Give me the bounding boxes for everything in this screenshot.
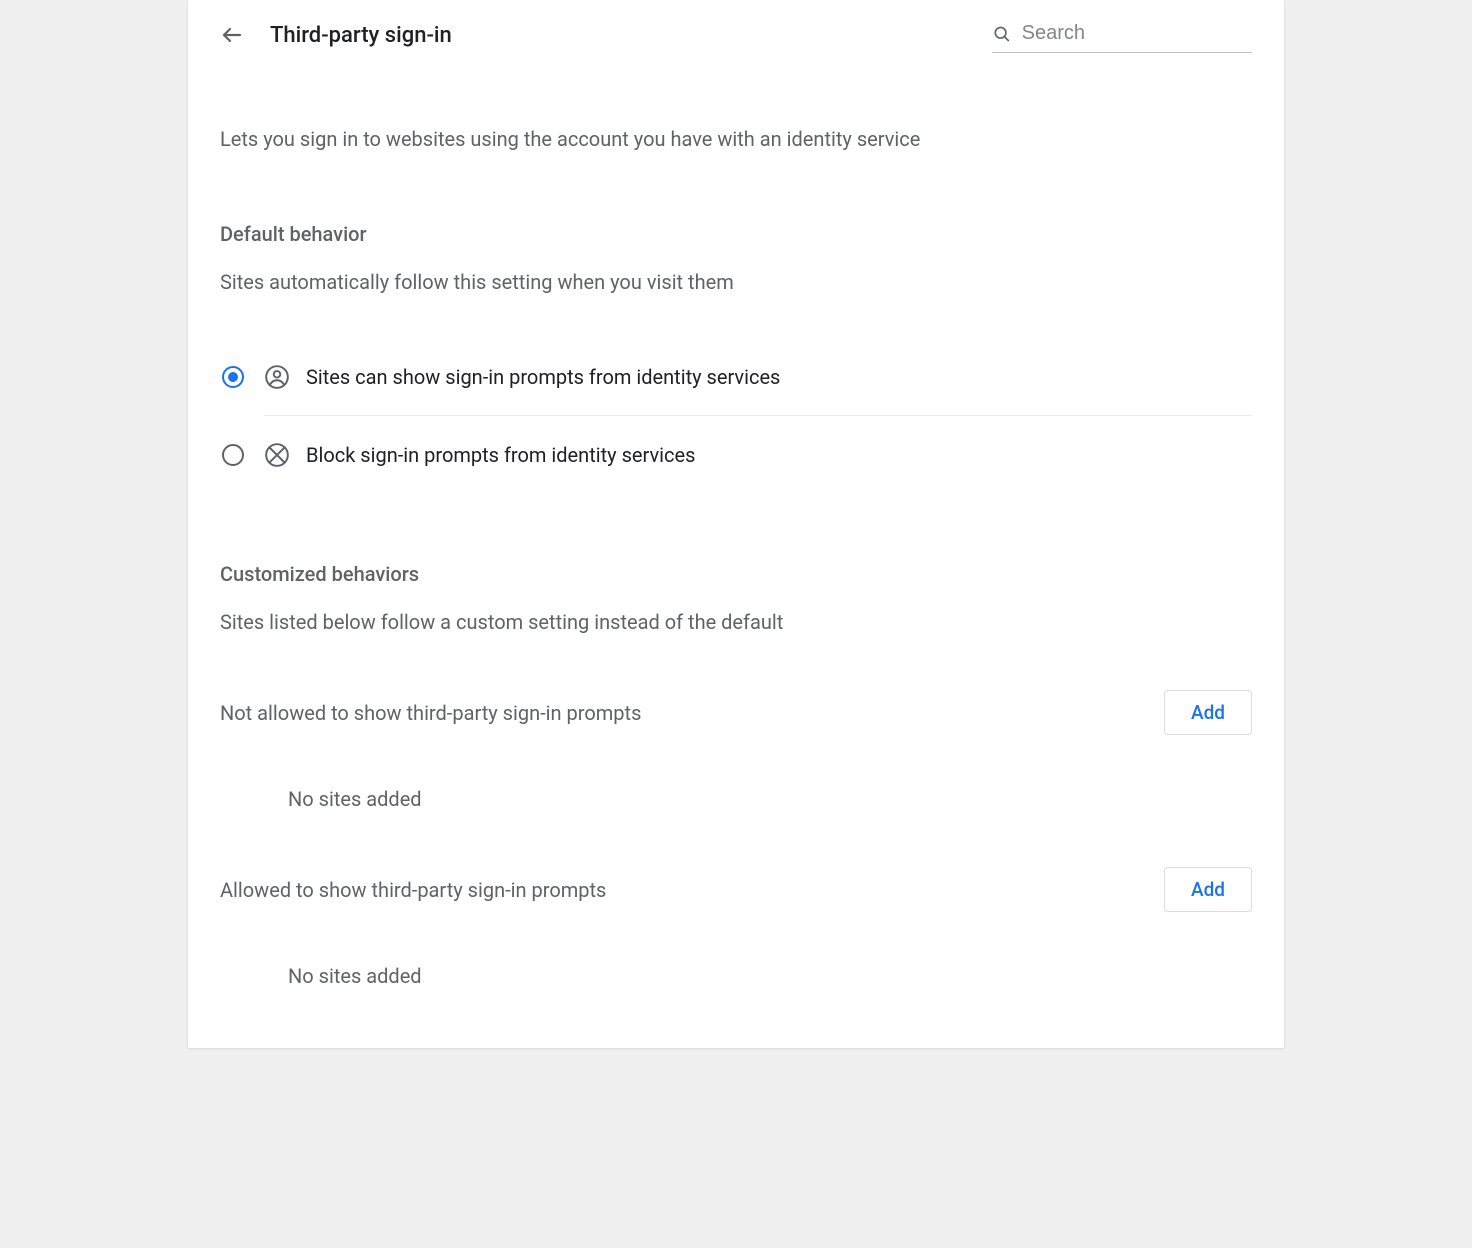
allowed-label: Allowed to show third-party sign-in prom… <box>220 878 606 902</box>
add-allowed-button[interactable]: Add <box>1164 867 1252 912</box>
page-header: Third-party sign-in <box>188 0 1284 56</box>
settings-card: Third-party sign-in Lets you sign in to … <box>188 0 1284 1048</box>
header-left: Third-party sign-in <box>220 23 452 48</box>
not-allowed-empty: No sites added <box>288 787 1252 811</box>
radio-option-label: Block sign-in prompts from identity serv… <box>306 443 695 467</box>
not-allowed-row: Not allowed to show third-party sign-in … <box>220 690 1252 735</box>
radio-option-allow[interactable]: Sites can show sign-in prompts from iden… <box>220 338 1252 416</box>
content: Lets you sign in to websites using the a… <box>188 124 1284 988</box>
search-input[interactable] <box>1020 21 1252 46</box>
block-icon <box>264 442 290 468</box>
person-circle-icon <box>264 364 290 390</box>
search-icon <box>992 23 1012 45</box>
default-radio-list: Sites can show sign-in prompts from iden… <box>220 338 1252 494</box>
custom-behaviors-title: Customized behaviors <box>220 562 1252 586</box>
default-behavior-title: Default behavior <box>220 222 1252 246</box>
back-button[interactable] <box>220 23 244 47</box>
search-field[interactable] <box>992 17 1252 53</box>
radio-unselected-icon <box>222 444 244 466</box>
radio-selected-icon <box>222 366 244 388</box>
allowed-row: Allowed to show third-party sign-in prom… <box>220 867 1252 912</box>
page-title: Third-party sign-in <box>270 23 452 48</box>
allowed-empty: No sites added <box>288 964 1252 988</box>
not-allowed-label: Not allowed to show third-party sign-in … <box>220 701 641 725</box>
default-behavior-subtitle: Sites automatically follow this setting … <box>220 270 1252 294</box>
custom-behaviors-subtitle: Sites listed below follow a custom setti… <box>220 610 1252 634</box>
radio-option-block[interactable]: Block sign-in prompts from identity serv… <box>220 416 1252 494</box>
radio-option-label: Sites can show sign-in prompts from iden… <box>306 365 780 389</box>
arrow-left-icon <box>220 23 244 47</box>
add-not-allowed-button[interactable]: Add <box>1164 690 1252 735</box>
page-description: Lets you sign in to websites using the a… <box>220 124 1252 154</box>
